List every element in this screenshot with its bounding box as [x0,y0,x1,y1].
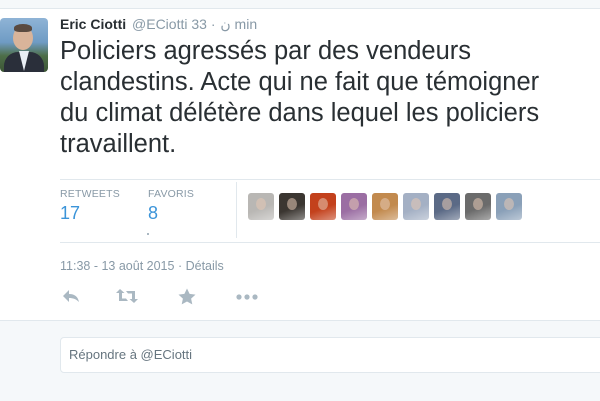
tweet-text: Policiers agressés par des vendeurs clan… [60,36,600,160]
favoriter-face [380,198,390,210]
favoriter-face [411,198,421,210]
top-strip [0,0,600,9]
stats-bottom-divider [60,242,600,243]
favoriter-avatar-5[interactable] [372,193,398,220]
tweet-meta: 11:38 - 13 août 2015 · Détails [60,259,224,273]
more-options-button[interactable] [236,288,258,308]
retweet-button[interactable] [116,288,138,308]
header-separator: · [210,16,216,32]
handle-glyph: ن [220,16,231,32]
reply-button[interactable] [62,288,80,308]
favoriter-avatar-4[interactable] [341,193,367,220]
favoriter-avatar-7[interactable] [434,193,460,220]
stats-top-divider [60,179,600,180]
favorites-stat[interactable]: FAVORIS 8 [148,188,194,224]
tweet-text-line: travaillent. [60,130,177,158]
favorite-button[interactable] [178,288,196,308]
favoriter-avatar-2[interactable] [279,193,305,220]
favoriter-avatar-8[interactable] [465,193,491,220]
stats-vertical-divider [236,182,237,238]
retweets-count: 17 [60,203,81,223]
avatar-hair [14,24,32,32]
favoriter-face [442,198,452,210]
favoriter-face [473,198,483,210]
favoriter-avatar-3[interactable] [310,193,336,220]
author-name[interactable]: Eric Ciotti [60,16,126,32]
reply-input[interactable]: Répondre à @ECiotti [60,337,600,373]
favoriter-face [318,198,328,210]
author-handle[interactable]: @ECiotti [132,16,187,32]
favoriter-face [287,198,297,210]
favoriter-face [256,198,266,210]
reply-icon [63,290,79,302]
tweet-header: Eric Ciotti @ECiotti ن · 33 min [60,16,257,33]
favorite-star-icon [178,288,196,305]
favoriter-face [504,198,514,210]
favoriter-avatar-6[interactable] [403,193,429,220]
author-avatar[interactable] [0,18,48,72]
retweets-stat[interactable]: RETWEETS 17 [60,188,120,224]
favoriter-avatar-1[interactable] [248,193,274,220]
stray-dot [147,233,149,235]
favoriter-avatar-9[interactable] [496,193,522,220]
tweet-text-line: du climat délétère dans lequel les polic… [60,99,540,127]
favoriter-face [349,198,359,210]
favorites-count: 8 [148,203,159,223]
favorites-label: FAVORIS [148,188,195,200]
bottom-strip [0,390,600,400]
retweet-icon [116,289,138,303]
tweet-text-line: clandestins. Acte qui ne fait que témoig… [60,68,540,96]
details-link[interactable]: Détails [186,259,224,273]
meta-separator: · [177,259,183,273]
retweets-label: RETWEETS [60,188,120,200]
more-options-icon [236,294,258,300]
tweet-text-line: Policiers agressés par des vendeurs [60,37,472,65]
tweet-timestamp[interactable]: 11:38 - 13 août 2015 [60,259,174,273]
